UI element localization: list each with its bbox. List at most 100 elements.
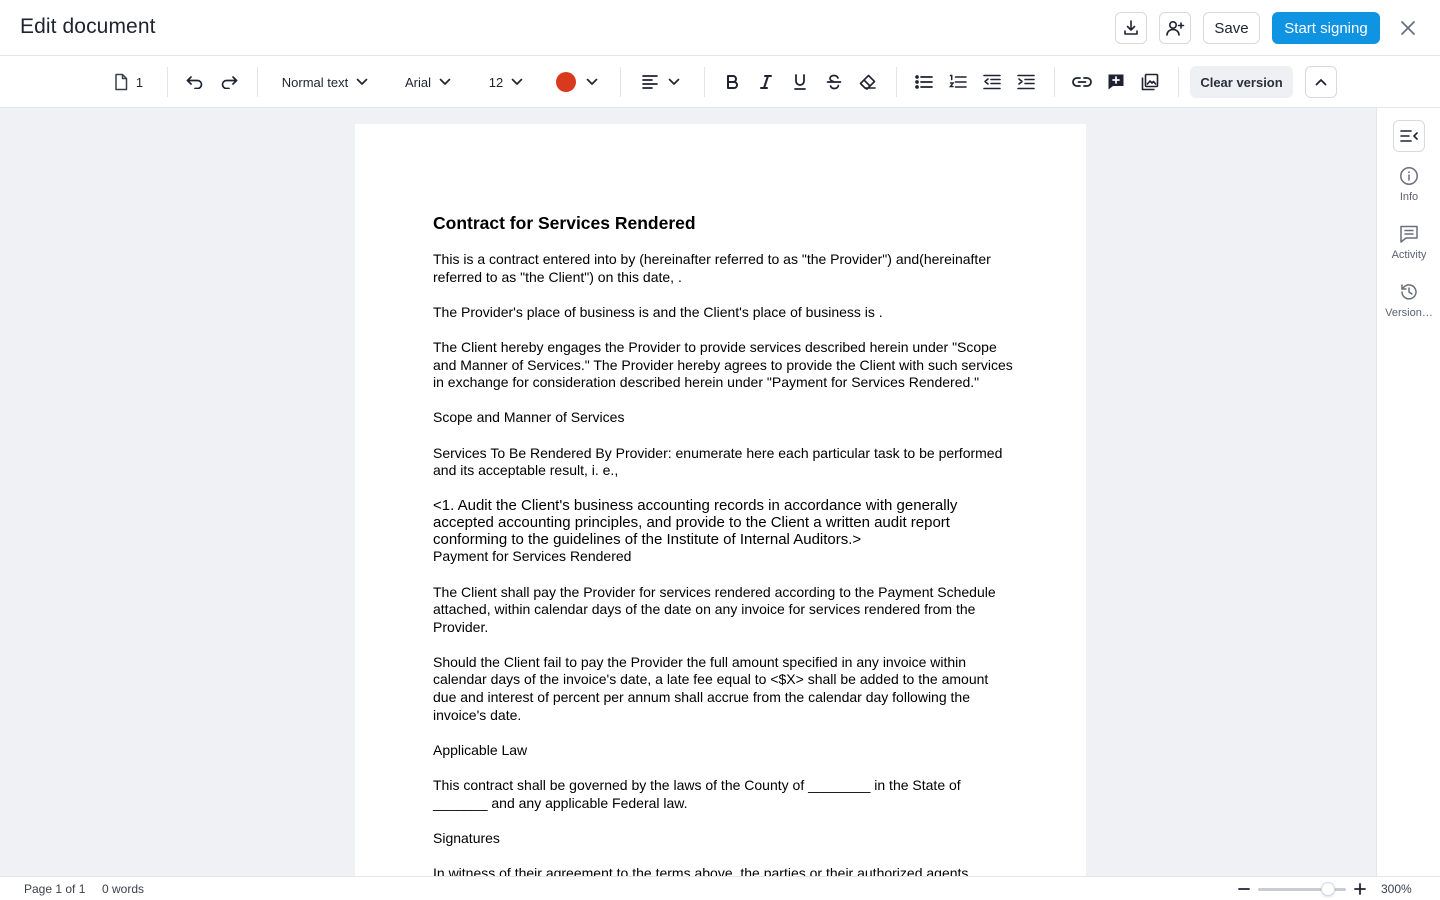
page-title: Edit document <box>20 15 156 38</box>
undo-icon <box>186 76 203 89</box>
add-user-icon <box>1166 20 1185 36</box>
font-value: Arial <box>404 74 431 90</box>
font-dropdown[interactable]: Arial <box>398 66 458 98</box>
numbered-list-icon <box>949 74 967 88</box>
font-size-dropdown[interactable]: 12 <box>482 66 530 98</box>
page-count: 1 <box>135 74 144 90</box>
sidebar-item-versions[interactable]: Version… <box>1377 282 1440 319</box>
page-count-button[interactable]: 1 <box>108 66 148 98</box>
zoom-slider-handle[interactable] <box>1321 882 1336 896</box>
paragraph: Should the Client fail to pay the Provid… <box>433 653 989 723</box>
align-dropdown[interactable] <box>638 66 682 98</box>
info-icon <box>1400 167 1418 185</box>
strikethrough-button[interactable] <box>822 66 846 98</box>
section-heading: Signatures <box>433 829 500 846</box>
chevron-down-icon <box>356 78 368 85</box>
bold-button[interactable] <box>720 66 744 98</box>
sidebar-item-label: Info <box>1399 191 1419 203</box>
bullet-list-button[interactable] <box>912 66 936 98</box>
right-sidebar: Info Activity Version… <box>1376 108 1440 876</box>
add-comment-icon <box>1108 74 1124 90</box>
sidebar-toggle-button[interactable] <box>1393 120 1425 152</box>
history-icon <box>1401 284 1417 300</box>
text-style-value: Normal text <box>281 74 349 90</box>
document-body[interactable]: Contract for Services Rendered This is a… <box>433 212 1013 876</box>
plus-icon <box>1354 883 1366 895</box>
start-signing-button[interactable]: Start signing <box>1272 12 1380 44</box>
indent-button[interactable] <box>1014 66 1038 98</box>
collapse-panel-icon <box>1400 130 1418 142</box>
minus-icon <box>1238 888 1250 890</box>
download-button[interactable] <box>1115 12 1147 44</box>
section-heading: Payment for Services Rendered <box>433 548 632 565</box>
chevron-down-icon <box>586 78 598 85</box>
chevron-down-icon <box>439 78 451 85</box>
clear-format-button[interactable] <box>856 66 880 98</box>
link-icon <box>1072 77 1092 87</box>
document-page[interactable]: Contract for Services Rendered This is a… <box>355 124 1086 876</box>
status-bar: Page 1 of 1 0 words 300% <box>0 876 1440 900</box>
italic-button[interactable] <box>754 66 778 98</box>
section-heading: Applicable Law <box>433 741 528 758</box>
divider <box>620 67 621 97</box>
save-button[interactable]: Save <box>1203 12 1260 44</box>
divider <box>167 67 168 97</box>
align-left-icon <box>641 75 658 89</box>
font-size-value: 12 <box>488 74 504 90</box>
divider <box>704 67 705 97</box>
sidebar-item-label: Activity <box>1391 249 1427 261</box>
insert-link-button[interactable] <box>1070 66 1094 98</box>
sidebar-item-label: Version… <box>1385 307 1433 319</box>
section-heading: Scope and Manner of Services <box>433 409 625 426</box>
paragraph: Services To Be Rendered By Provider: enu… <box>433 444 1003 479</box>
document-icon <box>115 73 128 91</box>
underline-icon <box>794 74 806 90</box>
indent-icon <box>1017 74 1035 90</box>
comment-icon <box>1400 225 1418 243</box>
close-icon <box>1401 21 1415 35</box>
strikethrough-icon <box>826 74 842 90</box>
undo-button[interactable] <box>182 66 208 98</box>
download-icon <box>1124 20 1138 35</box>
bullet-list-icon <box>915 75 933 89</box>
collapse-toolbar-button[interactable] <box>1305 66 1337 98</box>
text-color-dropdown[interactable] <box>552 66 602 98</box>
insert-image-button[interactable] <box>1138 66 1162 98</box>
divider <box>1178 67 1179 97</box>
paragraph: In witness of their agreement to the ter… <box>433 865 969 876</box>
sidebar-item-activity[interactable]: Activity <box>1377 224 1440 261</box>
outdent-button[interactable] <box>980 66 1004 98</box>
zoom-in-button[interactable] <box>1352 881 1368 897</box>
text-color-swatch <box>556 72 576 92</box>
sidebar-item-info[interactable]: Info <box>1377 166 1440 203</box>
word-count: 0 words <box>102 882 145 896</box>
eraser-icon <box>859 74 876 90</box>
paragraph: <1. Audit the Client's business accounti… <box>433 497 958 549</box>
paragraph: This is a contract entered into by (here… <box>433 251 991 285</box>
zoom-slider[interactable] <box>1258 882 1346 896</box>
paragraph: The Client shall pay the Provider for se… <box>433 583 996 635</box>
add-comment-button[interactable] <box>1104 66 1128 98</box>
chevron-up-icon <box>1315 79 1327 86</box>
format-toolbar: 1 Normal text Arial 12 Clear version <box>0 56 1440 108</box>
document-canvas: Contract for Services Rendered This is a… <box>0 108 1376 876</box>
document-title: Contract for Services Rendered <box>433 213 696 233</box>
paragraph: The Client hereby engages the Provider t… <box>433 338 1013 391</box>
divider <box>257 67 258 97</box>
add-user-button[interactable] <box>1159 12 1191 44</box>
underline-button[interactable] <box>788 66 812 98</box>
zoom-out-button[interactable] <box>1236 881 1252 897</box>
numbered-list-button[interactable] <box>946 66 970 98</box>
italic-icon <box>760 75 772 89</box>
redo-icon <box>221 76 238 89</box>
clear-version-button[interactable]: Clear version <box>1190 66 1293 98</box>
zoom-level: 300% <box>1381 882 1412 896</box>
redo-button[interactable] <box>216 66 242 98</box>
close-button[interactable] <box>1396 16 1420 40</box>
paragraph: The Provider's place of business is and … <box>433 303 883 320</box>
page-indicator: Page 1 of 1 <box>24 882 86 896</box>
text-style-dropdown[interactable]: Normal text <box>275 66 375 98</box>
divider <box>896 67 897 97</box>
app-header: Edit document Save Start signing <box>0 0 1440 56</box>
chevron-down-icon <box>511 78 523 85</box>
